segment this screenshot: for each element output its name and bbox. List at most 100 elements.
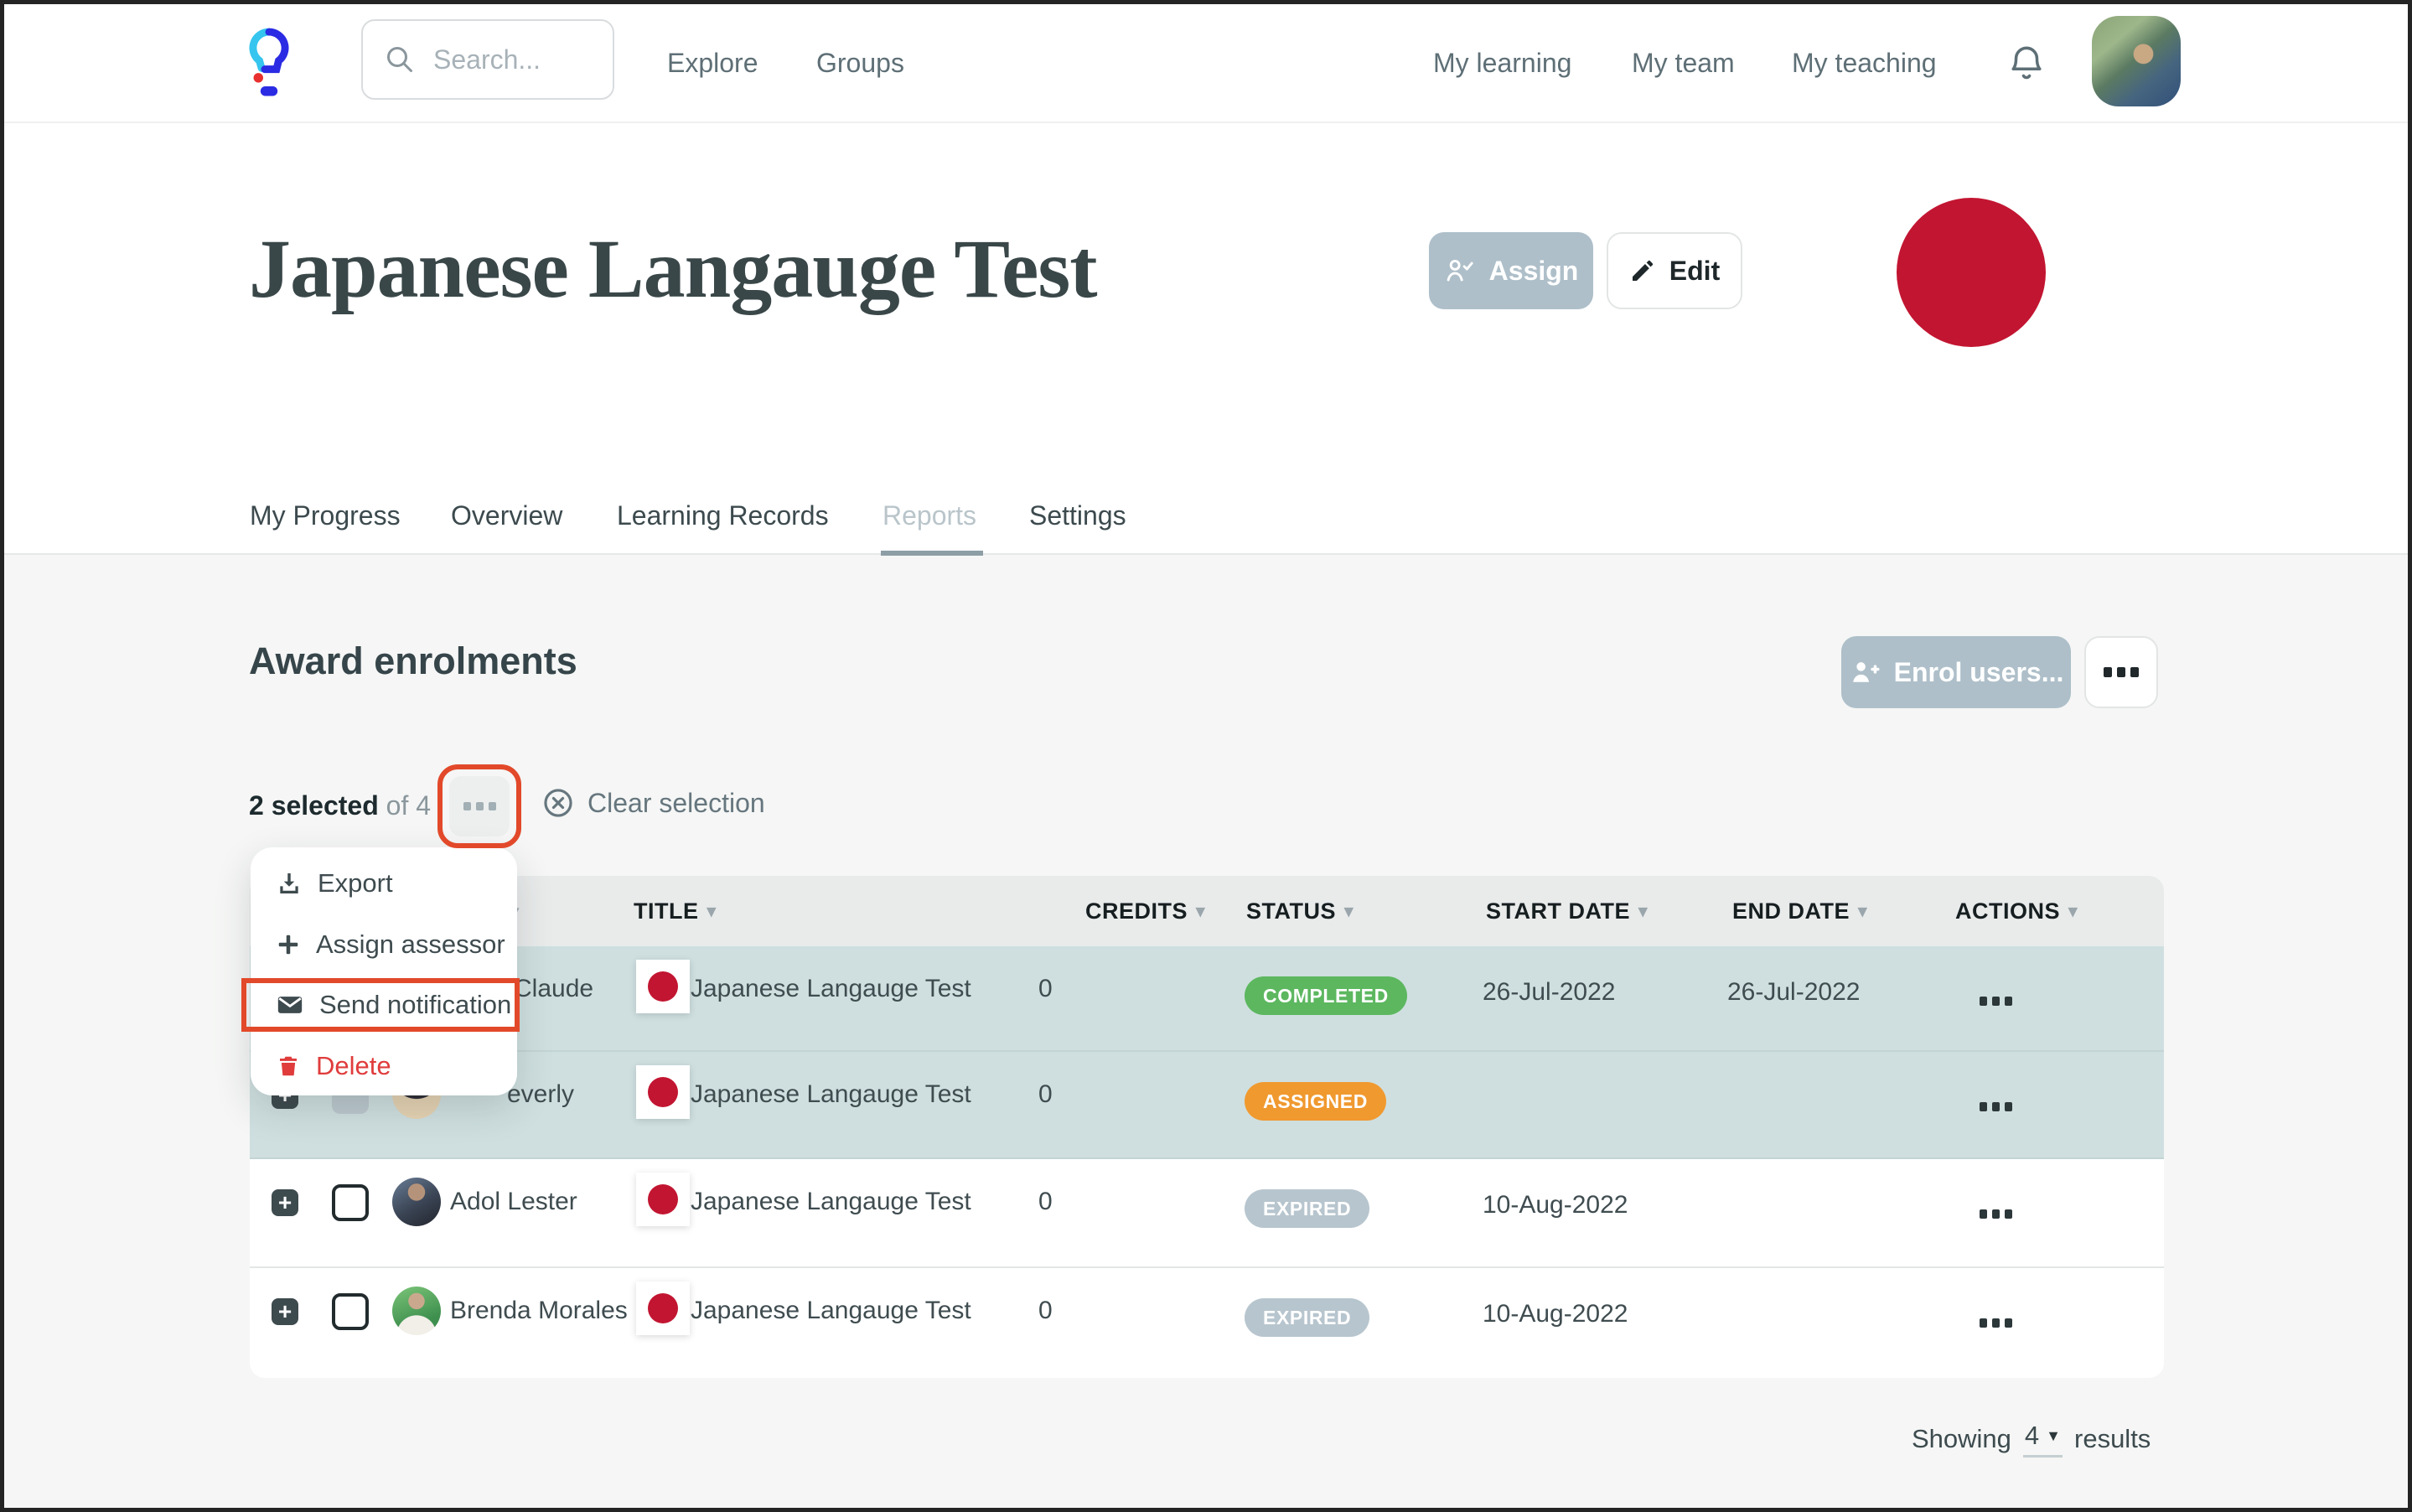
ellipsis-icon	[463, 802, 496, 810]
selection-count-bold: 2 selected	[249, 790, 379, 821]
bulk-actions-button[interactable]	[449, 776, 510, 836]
start-date: 26-Jul-2022	[1483, 978, 1615, 1007]
learner-name[interactable]: Claude	[514, 975, 593, 1003]
learner-name[interactable]: Adol Lester	[450, 1188, 577, 1216]
nav-link-groups[interactable]: Groups	[816, 4, 904, 122]
course-thumbnail-japan-flag	[636, 1282, 690, 1335]
ellipsis-icon	[1980, 997, 2012, 1006]
clear-selection-button[interactable]: Clear selection	[542, 787, 765, 819]
nav-link-my-learning[interactable]: My learning	[1433, 4, 1571, 122]
assign-button[interactable]: Assign	[1429, 232, 1593, 309]
ellipsis-icon	[1980, 1102, 2012, 1111]
global-search[interactable]	[361, 19, 614, 100]
learner-name[interactable]: everly	[507, 1080, 574, 1109]
person-check-icon	[1444, 256, 1476, 286]
nav-link-explore[interactable]: Explore	[667, 4, 758, 122]
status-badge: ASSIGNED	[1245, 1082, 1386, 1121]
circle-x-icon	[542, 787, 574, 819]
user-avatar[interactable]	[2092, 16, 2181, 106]
row-actions-button[interactable]	[1980, 1102, 2012, 1111]
course-title[interactable]: Japanese Langauge Test	[691, 975, 971, 1003]
credits-value: 0	[1038, 975, 1053, 1003]
menu-item-label: Assign assessor	[316, 929, 505, 960]
nav-link-my-team[interactable]: My team	[1632, 4, 1735, 122]
tab-learning-records[interactable]: Learning Records	[617, 478, 829, 553]
pencil-icon	[1629, 257, 1656, 284]
table-row[interactable]: + Claude Japanese Langauge Test 0 COMPLE…	[250, 946, 2164, 1052]
status-badge: COMPLETED	[1245, 976, 1407, 1015]
notification-bell-icon[interactable]	[2006, 41, 2047, 86]
table-row[interactable]: + everly Japanese Langauge Test 0 ASSIGN…	[250, 1052, 2164, 1159]
selection-count: 2 selected of 4	[249, 790, 431, 821]
tab-overview[interactable]: Overview	[451, 478, 562, 553]
plus-icon	[276, 932, 301, 957]
row-actions-button[interactable]	[1980, 1318, 2012, 1328]
brand-lightbulb-logo[interactable]	[246, 21, 292, 105]
avatar	[392, 1178, 441, 1226]
selection-count-of: of 4	[386, 790, 431, 821]
sort-caret-icon: ▾	[707, 901, 717, 922]
page-size-dropdown[interactable]: 4 ▼	[2023, 1421, 2063, 1458]
sort-caret-icon: ▾	[1858, 901, 1867, 922]
row-checkbox[interactable]	[332, 1184, 369, 1221]
results-label: results	[2074, 1424, 2151, 1454]
table-header-row	[250, 876, 2164, 946]
download-icon	[276, 870, 303, 897]
table-row[interactable]: + Adol Lester Japanese Langauge Test 0 E…	[250, 1159, 2164, 1268]
course-title[interactable]: Japanese Langauge Test	[691, 1188, 971, 1216]
search-icon	[385, 44, 415, 75]
table-row[interactable]: + Brenda Morales Japanese Langauge Test …	[250, 1268, 2164, 1378]
edit-button[interactable]: Edit	[1607, 232, 1742, 309]
column-header-actions[interactable]: ACTIONS▾	[1955, 876, 2078, 946]
end-date: 26-Jul-2022	[1727, 978, 1860, 1007]
tab-reports-active[interactable]: Reports	[883, 478, 976, 553]
bulk-actions-menu: Export Assign assessor Send notification…	[251, 847, 517, 1095]
column-header-status[interactable]: STATUS▾	[1246, 876, 1354, 946]
menu-item-send-notification[interactable]: Send notification	[276, 986, 511, 1024]
tab-my-progress[interactable]: My Progress	[250, 478, 401, 553]
row-checkbox[interactable]	[332, 1293, 369, 1330]
showing-label: Showing	[1912, 1424, 2011, 1454]
app-window: Explore Groups My learning My team My te…	[0, 0, 2412, 1512]
course-title[interactable]: Japanese Langauge Test	[691, 1080, 971, 1109]
tabs-bar: My Progress Overview Learning Records Re…	[4, 478, 2408, 555]
award-image-japan-flag	[1897, 198, 2046, 347]
page-size-value: 4	[2025, 1421, 2039, 1451]
row-actions-button[interactable]	[1980, 1209, 2012, 1219]
menu-item-export[interactable]: Export	[276, 864, 393, 903]
enrol-users-button-label: Enrol users...	[1894, 657, 2064, 688]
status-badge: EXPIRED	[1245, 1189, 1369, 1228]
course-title[interactable]: Japanese Langauge Test	[691, 1297, 971, 1325]
edit-button-label: Edit	[1669, 256, 1720, 287]
credits-value: 0	[1038, 1080, 1053, 1109]
column-header-credits[interactable]: CREDITS▾	[1085, 876, 1205, 946]
ellipsis-icon	[1980, 1209, 2012, 1219]
status-badge: EXPIRED	[1245, 1298, 1369, 1337]
column-header-start-date[interactable]: START DATE▾	[1486, 876, 1648, 946]
enrol-users-button[interactable]: Enrol users...	[1841, 636, 2071, 708]
start-date: 10-Aug-2022	[1483, 1191, 1628, 1219]
learner-name[interactable]: Brenda Morales	[450, 1297, 628, 1325]
search-input[interactable]	[432, 44, 586, 76]
expand-row-button[interactable]: +	[272, 1298, 298, 1325]
chevron-down-icon: ▼	[2046, 1427, 2061, 1445]
page-more-actions-button[interactable]	[2084, 636, 2158, 708]
tab-settings[interactable]: Settings	[1029, 478, 1126, 553]
nav-link-my-teaching[interactable]: My teaching	[1792, 4, 1937, 122]
avatar	[392, 1287, 441, 1335]
row-actions-button[interactable]	[1980, 997, 2012, 1006]
expand-row-button[interactable]: +	[272, 1189, 298, 1216]
active-tab-underline	[881, 551, 983, 556]
menu-item-assign-assessor[interactable]: Assign assessor	[276, 925, 505, 964]
sort-caret-icon: ▾	[1196, 901, 1205, 922]
menu-item-delete[interactable]: Delete	[276, 1047, 391, 1085]
envelope-icon	[276, 991, 304, 1019]
person-plus-icon	[1849, 657, 1881, 687]
column-header-title[interactable]: TITLE▾	[634, 876, 717, 946]
ellipsis-icon	[2104, 667, 2139, 677]
sort-caret-icon: ▾	[1638, 901, 1648, 922]
top-navbar: Explore Groups My learning My team My te…	[4, 4, 2408, 123]
page-title: Japanese Langauge Test	[249, 220, 1097, 317]
menu-item-label: Send notification	[319, 990, 511, 1020]
column-header-end-date[interactable]: END DATE▾	[1732, 876, 1867, 946]
